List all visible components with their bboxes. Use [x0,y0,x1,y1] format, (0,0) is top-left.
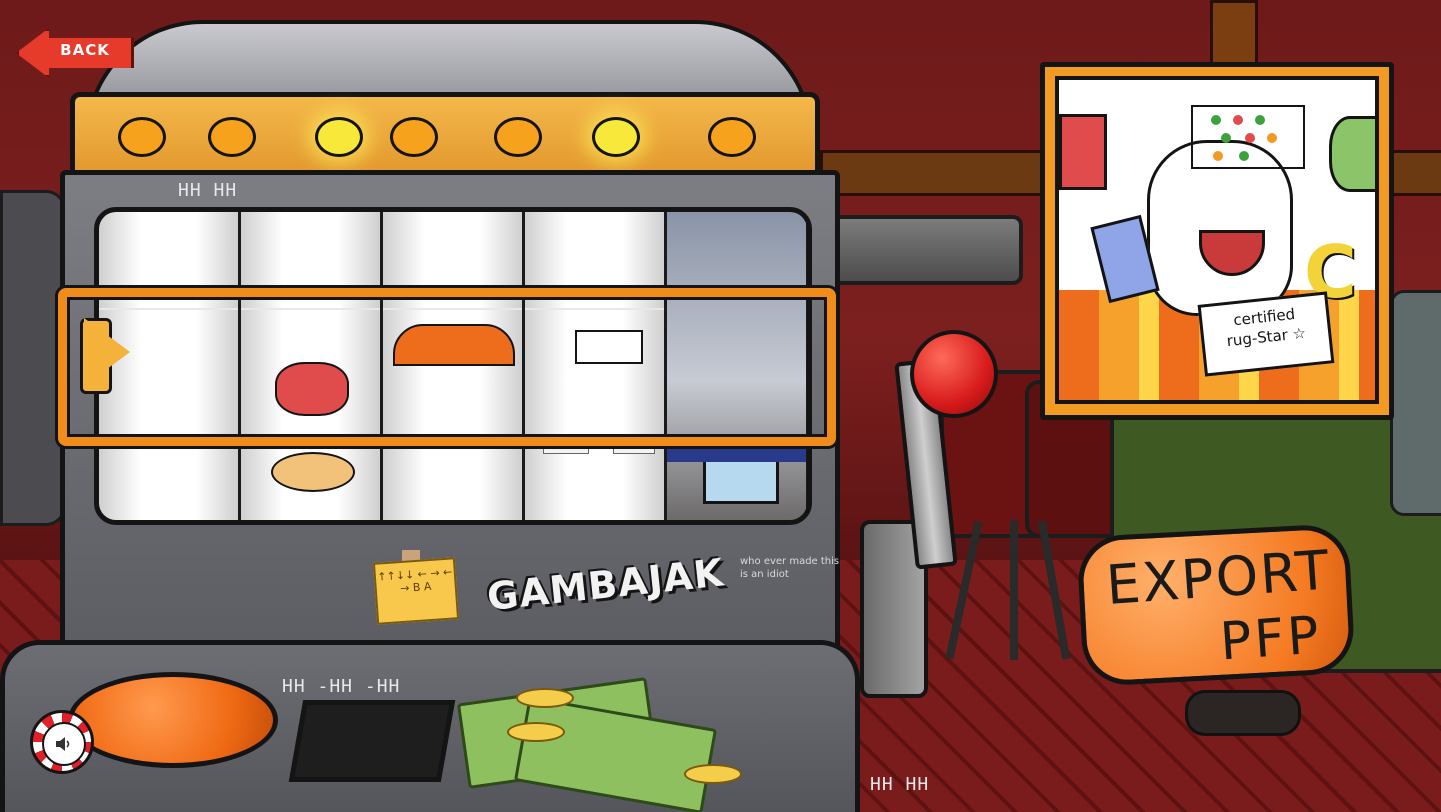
background-pipe [830,215,1023,285]
stool-leg [1010,520,1018,660]
sound-toggle-button[interactable] [30,710,94,774]
reel-item-window [703,458,779,504]
bottle-on-floor [1185,690,1301,736]
coin [507,722,565,742]
abacus-bead [1245,133,1255,143]
game-scene: HH HH SPEEDER ALSO ↑↑↓↓ ← → ← → B A GAMB… [0,0,1441,812]
scribble-text: who ever made this is an idiot [740,556,840,580]
reel-item-hands [271,452,355,492]
abacus-bead [1211,115,1221,125]
preview-abacus [1191,105,1305,169]
export-button-label-line2: PFP [1218,605,1324,673]
light-bulb [390,117,438,157]
light-bulb [118,117,166,157]
light-bulb-lit [592,117,640,157]
back-button[interactable]: BACK [16,28,134,78]
preview-green-character [1329,116,1375,192]
payline-selector [58,288,836,446]
sticky-note: ↑↑↓↓ ← → ← → B A [372,557,460,625]
preview-sign: certified rug-Star ☆ [1197,291,1335,377]
abacus-bead [1221,133,1231,143]
tally-marks: HH -HH -HH [282,676,401,697]
abacus-bead [1233,115,1243,125]
lever-knob[interactable] [910,330,998,418]
preview-red-character [1059,114,1107,190]
tally-marks: HH HH [178,180,238,201]
spin-button[interactable] [68,672,278,768]
light-bulb-lit [315,117,363,157]
speaker-icon [56,737,70,751]
back-button-label: BACK [60,41,110,59]
background-figure-right [1390,290,1441,516]
sound-toggle-core [42,722,86,766]
abacus-bead [1239,151,1249,161]
abacus-bead [1213,151,1223,161]
export-pfp-button[interactable]: EXPORT PFP [1076,522,1356,688]
selector-arrow-icon [84,318,130,386]
reel-item-curtain [667,448,806,462]
coin [516,688,574,708]
abacus-bead [1255,115,1265,125]
coin-tray [288,700,456,782]
abacus-bead [1267,133,1277,143]
tally-marks: HH HH [870,774,930,795]
background-figure-left [0,190,66,526]
light-bulb [708,117,756,157]
pfp-preview: C certified rug-Star ☆ [1055,76,1379,404]
coin [684,764,742,784]
light-bulb [494,117,542,157]
light-bulb [208,117,256,157]
